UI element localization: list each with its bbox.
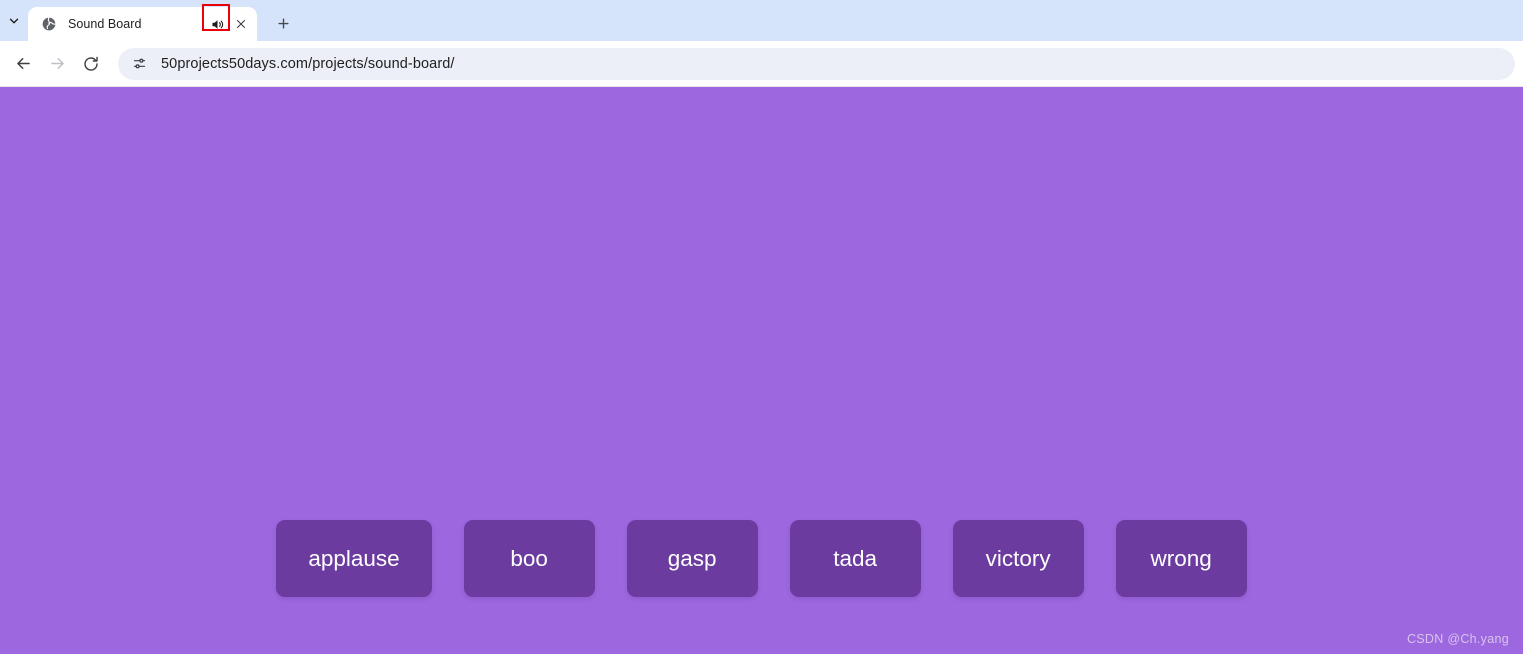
tab-sound-board[interactable]: Sound Board <box>28 3 257 41</box>
sound-button-applause[interactable]: applause <box>276 520 432 597</box>
reload-button[interactable] <box>76 49 106 79</box>
sound-button-gasp[interactable]: gasp <box>626 520 758 597</box>
chevron-down-icon <box>9 18 19 24</box>
browser-toolbar: 50projects50days.com/projects/sound-boar… <box>0 41 1523 87</box>
tab-audio-indicator[interactable] <box>202 3 230 36</box>
tab-title: Sound Board <box>68 17 142 31</box>
page-viewport: applause boo gasp tada victory wrong CSD… <box>0 87 1523 654</box>
tab-close-button[interactable] <box>231 14 251 34</box>
reload-icon <box>84 56 98 71</box>
arrow-left-icon <box>16 57 30 70</box>
tab-strip: Sound Board <box>0 0 1523 41</box>
tab-search-button[interactable] <box>0 7 28 35</box>
arrow-right-icon <box>50 57 64 70</box>
sound-button-wrong[interactable]: wrong <box>1115 520 1247 597</box>
browser-window: Sound Board 50projects50days.com/project… <box>0 0 1523 654</box>
new-tab-button[interactable] <box>269 9 297 37</box>
sound-button-boo[interactable]: boo <box>463 520 595 597</box>
sound-button-victory[interactable]: victory <box>952 520 1084 597</box>
close-icon <box>236 19 246 29</box>
globe-icon-glyph <box>41 16 56 31</box>
address-bar[interactable]: 50projects50days.com/projects/sound-boar… <box>118 47 1515 80</box>
back-button[interactable] <box>8 49 38 79</box>
sound-board-button-row: applause boo gasp tada victory wrong <box>0 520 1523 597</box>
globe-icon <box>40 16 57 33</box>
plus-icon <box>277 17 289 29</box>
site-settings-button[interactable] <box>126 51 152 77</box>
tune-sliders-icon <box>133 58 145 69</box>
speaker-playing-icon <box>212 19 224 29</box>
watermark-text: CSDN @Ch.yang <box>1406 632 1509 646</box>
address-bar-url[interactable]: 50projects50days.com/projects/sound-boar… <box>161 56 455 72</box>
forward-button[interactable] <box>42 49 72 79</box>
sound-button-tada[interactable]: tada <box>789 520 921 597</box>
